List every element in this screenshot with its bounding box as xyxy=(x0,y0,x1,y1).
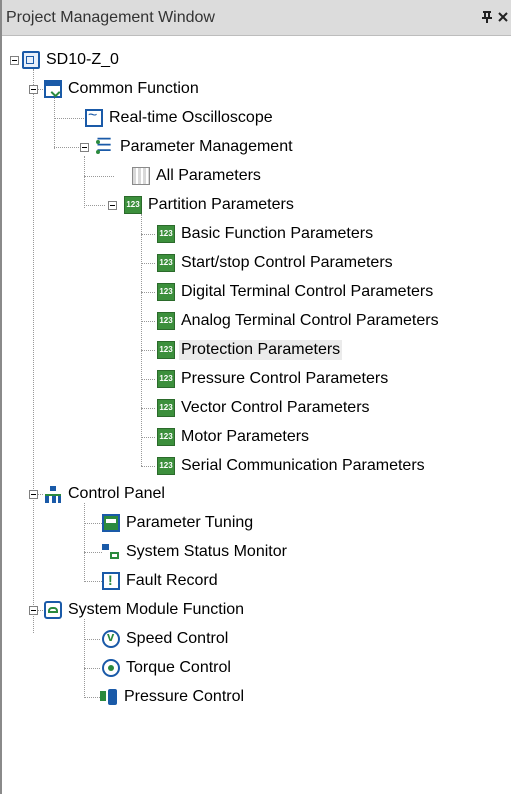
tree-item-label: System Status Monitor xyxy=(126,543,287,560)
number-icon xyxy=(157,370,175,388)
tree-item-label: Common Function xyxy=(68,80,199,97)
tree-item-partition[interactable]: Vector Control Parameters xyxy=(157,397,372,419)
tree-item-partition-parameters[interactable]: Partition Parameters xyxy=(124,194,296,216)
tree-item-label: Digital Terminal Control Parameters xyxy=(181,283,434,300)
tree-item-label: Protection Parameters xyxy=(179,340,343,360)
list-icon xyxy=(96,135,114,156)
number-icon xyxy=(124,196,142,214)
tree-item-label: Motor Parameters xyxy=(181,428,310,445)
tuning-icon xyxy=(102,514,120,532)
tree-item-parameter-management[interactable]: Parameter Management xyxy=(96,135,295,158)
tree-item-parameter-tuning[interactable]: Parameter Tuning xyxy=(102,512,255,534)
window-icon xyxy=(44,80,62,98)
close-icon[interactable] xyxy=(496,9,510,25)
grid-icon xyxy=(132,167,150,185)
window-title: Project Management Window xyxy=(6,9,215,26)
tree-item-label: Start/stop Control Parameters xyxy=(181,254,393,271)
oscilloscope-icon xyxy=(85,107,103,127)
number-icon xyxy=(157,254,175,272)
collapse-control-panel-icon[interactable] xyxy=(29,490,38,499)
tree-item-label: Speed Control xyxy=(126,630,229,647)
number-icon xyxy=(157,457,175,475)
tree-item-partition[interactable]: Start/stop Control Parameters xyxy=(157,252,395,274)
org-chart-icon xyxy=(44,485,62,503)
tree-item-label: Pressure Control xyxy=(124,688,245,705)
tree-item-realtime-oscilloscope[interactable]: Real-time Oscilloscope xyxy=(85,107,275,129)
collapse-partition-parameters-icon[interactable] xyxy=(108,201,117,210)
tree-item-partition-selected[interactable]: Protection Parameters xyxy=(157,339,343,361)
tree-item-torque-control[interactable]: Torque Control xyxy=(102,657,233,679)
tree-item-label: System Module Function xyxy=(68,601,245,618)
collapse-parameter-management-icon[interactable] xyxy=(80,143,89,152)
number-icon xyxy=(157,341,175,359)
tree-item-system-module-function[interactable]: System Module Function xyxy=(44,599,246,621)
tree-item-label: Control Panel xyxy=(68,485,165,502)
tree-item-speed-control[interactable]: Speed Control xyxy=(102,628,230,650)
project-management-window: Project Management Window SD10-Z_0 Commo… xyxy=(0,0,511,794)
tree-item-label: Vector Control Parameters xyxy=(181,399,370,416)
tree-item-system-status-monitor[interactable]: System Status Monitor xyxy=(102,541,289,563)
number-icon xyxy=(157,399,175,417)
collapse-root-icon[interactable] xyxy=(10,56,19,65)
pressure-icon xyxy=(100,688,118,706)
number-icon xyxy=(157,312,175,330)
tree-item-label: All Parameters xyxy=(156,167,261,184)
tree-item-label: Real-time Oscilloscope xyxy=(109,109,273,126)
tree-item-label: Parameter Tuning xyxy=(126,514,254,531)
tree-item-label: SD10-Z_0 xyxy=(46,51,119,68)
device-icon xyxy=(22,51,40,69)
tree-item-label: Basic Function Parameters xyxy=(181,225,374,242)
collapse-common-function-icon[interactable] xyxy=(29,85,38,94)
tree-item-label: Fault Record xyxy=(126,572,218,589)
monitor-icon xyxy=(102,543,120,561)
tree-item-common-function[interactable]: Common Function xyxy=(44,78,201,100)
tree-item-partition[interactable]: Motor Parameters xyxy=(157,426,311,448)
fault-icon xyxy=(102,572,120,590)
tree-item-label: Torque Control xyxy=(126,659,231,676)
title-bar: Project Management Window xyxy=(2,0,511,36)
speed-icon xyxy=(102,629,120,648)
tree-item-label: Pressure Control Parameters xyxy=(181,370,389,387)
number-icon xyxy=(157,283,175,301)
number-icon xyxy=(157,225,175,243)
project-tree: SD10-Z_0 Common Function Real-time Oscil… xyxy=(2,36,511,794)
tree-item-label: Parameter Management xyxy=(120,138,293,155)
torque-icon xyxy=(102,659,120,677)
tree-item-control-panel[interactable]: Control Panel xyxy=(44,483,167,505)
number-icon xyxy=(157,428,175,446)
tree-item-partition[interactable]: Digital Terminal Control Parameters xyxy=(157,281,435,303)
tree-item-root[interactable]: SD10-Z_0 xyxy=(22,49,121,71)
tree-item-label: Serial Communication Parameters xyxy=(181,457,425,474)
collapse-system-module-function-icon[interactable] xyxy=(29,606,38,615)
tree-item-label: Analog Terminal Control Parameters xyxy=(181,312,439,329)
module-icon xyxy=(44,601,62,619)
tree-item-label: Partition Parameters xyxy=(148,196,294,213)
tree-item-partition[interactable]: Basic Function Parameters xyxy=(157,223,375,245)
tree-item-fault-record[interactable]: Fault Record xyxy=(102,570,220,592)
tree-item-pressure-control[interactable]: Pressure Control xyxy=(100,686,246,708)
tree-item-partition[interactable]: Serial Communication Parameters xyxy=(157,455,427,477)
tree-item-partition[interactable]: Analog Terminal Control Parameters xyxy=(157,310,441,332)
pin-icon[interactable] xyxy=(480,9,494,25)
tree-item-all-parameters[interactable]: All Parameters xyxy=(132,165,263,187)
tree-item-partition[interactable]: Pressure Control Parameters xyxy=(157,368,390,390)
